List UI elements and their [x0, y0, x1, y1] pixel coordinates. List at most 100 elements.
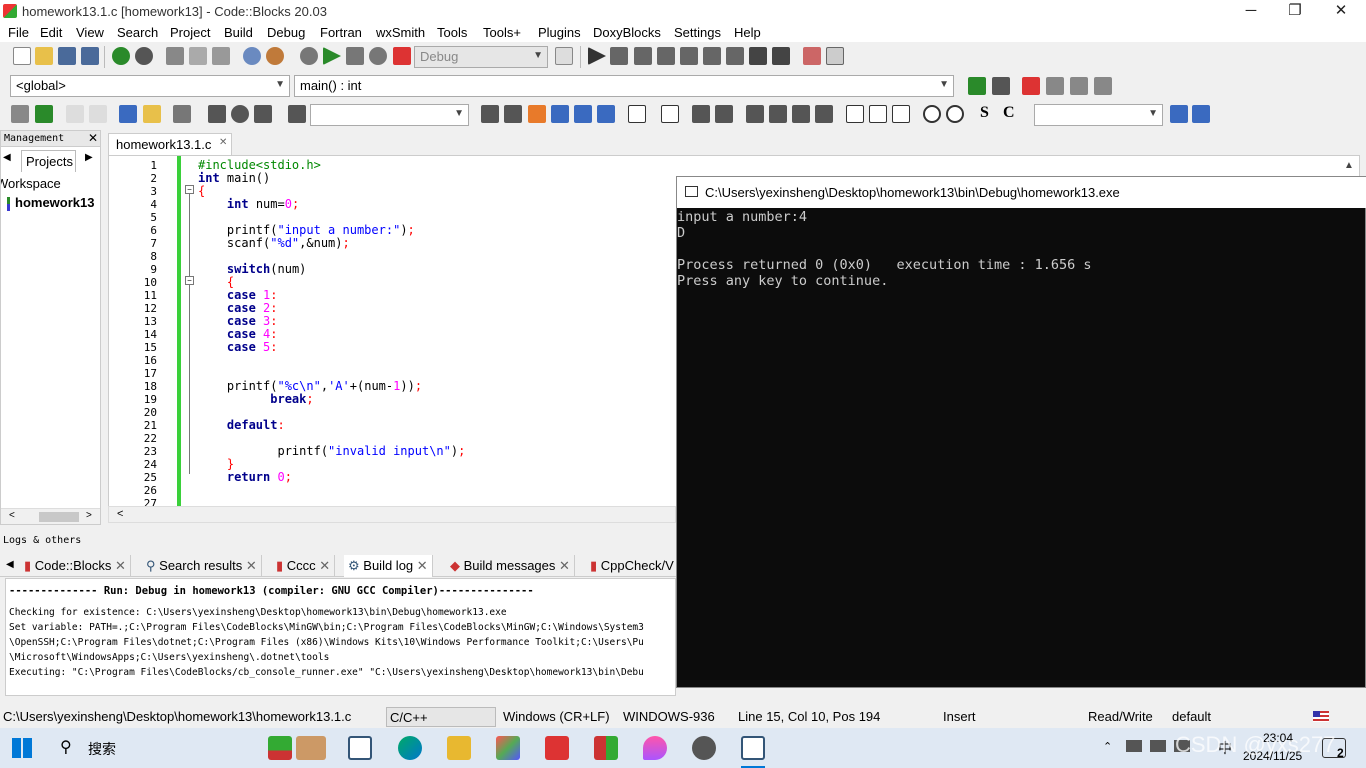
- save-icon[interactable]: [58, 47, 76, 65]
- tab-codeblocks[interactable]: ▮ Code::Blocks ✕: [20, 555, 131, 577]
- block-2-icon[interactable]: [769, 105, 787, 123]
- next-bookmark-icon[interactable]: [1070, 77, 1088, 95]
- wps-icon[interactable]: [545, 736, 569, 760]
- debug-continue-icon[interactable]: [588, 47, 606, 65]
- step-into-instruction-icon[interactable]: [726, 47, 744, 65]
- close-icon[interactable]: ✕: [88, 131, 98, 145]
- minimize-button[interactable]: ─: [1228, 0, 1274, 22]
- console-taskbar-icon[interactable]: [741, 736, 765, 760]
- close-icon[interactable]: ✕: [559, 558, 570, 573]
- menu-fortran[interactable]: Fortran: [320, 25, 362, 40]
- tab-cccc[interactable]: ▮ Cccc ✕: [272, 555, 336, 577]
- match-case-icon[interactable]: [574, 105, 592, 123]
- menu-edit[interactable]: Edit: [40, 25, 62, 40]
- shape-3-icon[interactable]: [892, 105, 910, 123]
- tab-homework13-1-c[interactable]: homework13.1.c ✕: [108, 133, 232, 155]
- paint-icon[interactable]: [643, 736, 667, 760]
- chevron-left-icon[interactable]: <: [117, 508, 123, 520]
- find-icon[interactable]: [243, 47, 261, 65]
- info-icon[interactable]: [826, 47, 844, 65]
- chevron-right-icon[interactable]: ▶: [85, 152, 93, 163]
- scrollbar-thumb[interactable]: [39, 512, 79, 522]
- menu-settings[interactable]: Settings: [674, 25, 721, 40]
- pause-icon[interactable]: [749, 47, 767, 65]
- house-icon[interactable]: [296, 736, 326, 760]
- jump-back-icon[interactable]: [968, 77, 986, 95]
- close-icon[interactable]: ✕: [219, 137, 227, 148]
- settings-gear-icon[interactable]: [692, 736, 716, 760]
- replace-icon[interactable]: [266, 47, 284, 65]
- help-icon[interactable]: [143, 105, 161, 123]
- battery-icon[interactable]: [1150, 740, 1166, 752]
- maximize-button[interactable]: ❐: [1272, 0, 1318, 22]
- stop-debugger-icon[interactable]: [772, 47, 790, 65]
- scope-select[interactable]: <global> ▼: [10, 75, 290, 97]
- debug-windows-icon[interactable]: [803, 47, 821, 65]
- chevron-up-icon[interactable]: ⌃: [1103, 740, 1112, 753]
- menu-debug[interactable]: Debug: [267, 25, 305, 40]
- tab-build-messages[interactable]: ◆ Build messages ✕: [446, 555, 575, 577]
- prev-bookmark-icon[interactable]: [1046, 77, 1064, 95]
- close-icon[interactable]: ✕: [319, 558, 330, 573]
- store-icon[interactable]: [496, 736, 520, 760]
- tab-search-results[interactable]: ⚲ Search results ✕: [142, 555, 262, 577]
- search-combo[interactable]: ▼: [310, 104, 469, 126]
- cursor-icon[interactable]: [628, 105, 646, 123]
- arrow-left-icon[interactable]: [481, 105, 499, 123]
- network-icon[interactable]: [1126, 740, 1142, 752]
- menu-tools[interactable]: Tools: [437, 25, 467, 40]
- menu-doxyblocks[interactable]: DoxyBlocks: [593, 25, 661, 40]
- chevron-right-icon[interactable]: >: [86, 510, 92, 521]
- doxy-line-comment-icon[interactable]: [89, 105, 107, 123]
- close-icon[interactable]: ✕: [115, 558, 126, 573]
- editor-horizontal-scrollbar[interactable]: <: [108, 506, 676, 523]
- toggle-bookmark-icon[interactable]: [1022, 77, 1040, 95]
- task-view-icon[interactable]: [348, 736, 372, 760]
- run-icon[interactable]: [323, 47, 341, 65]
- new-file-icon[interactable]: [13, 47, 31, 65]
- function-select[interactable]: main() : int ▼: [294, 75, 954, 97]
- chevron-left-icon[interactable]: <: [9, 510, 15, 521]
- chevron-left-icon[interactable]: ◀: [6, 559, 14, 570]
- tab-projects[interactable]: Projects: [21, 150, 76, 172]
- menu-file[interactable]: File: [8, 25, 29, 40]
- dot-icon[interactable]: [231, 105, 249, 123]
- tab-build-log[interactable]: ⚙ Build log ✕: [344, 555, 433, 577]
- highlight-icon[interactable]: [528, 105, 546, 123]
- fold-marker-icon[interactable]: −: [185, 276, 194, 285]
- save-all-icon[interactable]: [81, 47, 99, 65]
- build-log-content[interactable]: -------------- Run: Debug in homework13 …: [5, 578, 676, 696]
- prev-icon[interactable]: [208, 105, 226, 123]
- rectangle-icon[interactable]: [661, 105, 679, 123]
- menu-plugins[interactable]: Plugins: [538, 25, 581, 40]
- christmas-tree-icon[interactable]: [268, 736, 292, 760]
- regex-icon[interactable]: [597, 105, 615, 123]
- next-line-icon[interactable]: [634, 47, 652, 65]
- layers-icon[interactable]: [11, 105, 29, 123]
- fold-marker-icon[interactable]: −: [185, 185, 194, 194]
- target-options-icon[interactable]: [555, 47, 573, 65]
- menu-view[interactable]: View: [76, 25, 104, 40]
- next-instruction-icon[interactable]: [703, 47, 721, 65]
- next-icon[interactable]: [254, 105, 272, 123]
- workspace-item[interactable]: Workspace: [1, 176, 100, 191]
- project-item[interactable]: homework13: [15, 195, 94, 210]
- close-icon[interactable]: ✕: [417, 558, 428, 573]
- menu-build[interactable]: Build: [224, 25, 253, 40]
- search-icon[interactable]: [1170, 105, 1188, 123]
- zoom-out-icon[interactable]: [946, 105, 964, 123]
- windows-start-icon[interactable]: [12, 738, 32, 758]
- step-into-icon[interactable]: [657, 47, 675, 65]
- scroll-up-icon[interactable]: ▲: [1344, 160, 1354, 171]
- paste-icon[interactable]: [212, 47, 230, 65]
- menu-tools-plus[interactable]: Tools+: [483, 25, 521, 40]
- shape-1-icon[interactable]: [846, 105, 864, 123]
- cut-icon[interactable]: [166, 47, 184, 65]
- settings-icon[interactable]: [1192, 105, 1210, 123]
- text-frame-icon[interactable]: [715, 105, 733, 123]
- build-gear-icon[interactable]: [300, 47, 318, 65]
- block-1-icon[interactable]: [746, 105, 764, 123]
- menu-wxsmith[interactable]: wxSmith: [376, 25, 425, 40]
- close-button[interactable]: ✕: [1318, 0, 1364, 22]
- arrow-right-icon[interactable]: [504, 105, 522, 123]
